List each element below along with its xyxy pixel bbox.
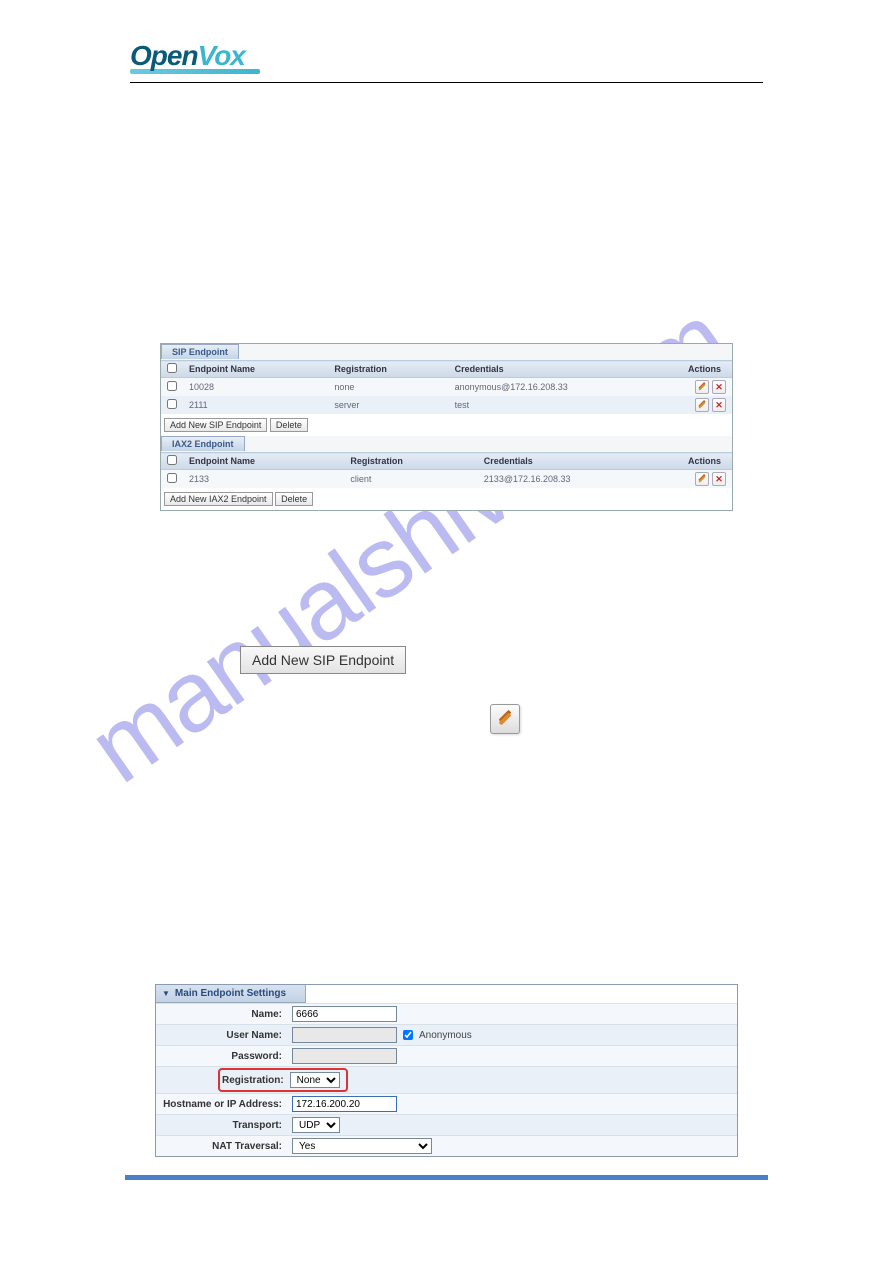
sip-header-row: Endpoint Name Registration Credentials A… [161, 361, 732, 378]
delete-sip-button[interactable]: Delete [270, 418, 308, 432]
label-password: Password: [156, 1048, 288, 1065]
iax-check-all[interactable] [161, 453, 183, 470]
username-field[interactable] [292, 1027, 397, 1043]
row-nat: NAT Traversal: Yes [156, 1135, 737, 1156]
sip-col-cred: Credentials [449, 361, 682, 378]
password-field[interactable] [292, 1048, 397, 1064]
cell-reg: server [328, 396, 448, 414]
iax-col-cred: Credentials [478, 453, 682, 470]
iax-table: Endpoint Name Registration Credentials A… [161, 452, 732, 488]
add-new-sip-endpoint-button[interactable]: Add New SIP Endpoint [240, 646, 406, 674]
settings-title-text: Main Endpoint Settings [175, 988, 286, 999]
edit-icon[interactable] [695, 472, 709, 486]
table-row: 10028 none anonymous@172.16.208.33 [161, 378, 732, 397]
settings-title-bar[interactable]: ▼ Main Endpoint Settings [156, 985, 306, 1003]
row-transport: Transport: UDP [156, 1114, 737, 1135]
sip-tab-header: SIP Endpoint [161, 344, 732, 360]
page-header: OpenVox [130, 40, 763, 83]
anonymous-label: Anonymous [419, 1030, 472, 1041]
add-iax-button[interactable]: Add New IAX2 Endpoint [164, 492, 273, 506]
delete-icon[interactable] [712, 472, 726, 486]
table-row: 2133 client 2133@172.16.208.33 [161, 470, 732, 489]
sip-button-row: Add New SIP Endpoint Delete [161, 414, 732, 436]
pencil-edit-icon[interactable] [490, 704, 520, 734]
row-username: User Name: Anonymous [156, 1024, 737, 1045]
sip-tab[interactable]: SIP Endpoint [161, 344, 239, 359]
cell-cred: test [449, 396, 682, 414]
cell-cred: 2133@172.16.208.33 [478, 470, 682, 489]
sip-table: Endpoint Name Registration Credentials A… [161, 360, 732, 414]
anonymous-checkbox[interactable] [403, 1030, 413, 1040]
registration-select[interactable]: None [290, 1072, 340, 1088]
row-checkbox[interactable] [167, 399, 177, 409]
label-registration: Registration: [222, 1075, 284, 1086]
delete-icon[interactable] [712, 380, 726, 394]
collapse-triangle-icon: ▼ [162, 989, 170, 998]
row-hostname: Hostname or IP Address: [156, 1093, 737, 1114]
cell-name: 2133 [183, 470, 344, 489]
cell-name: 10028 [183, 378, 328, 397]
cell-reg: none [328, 378, 448, 397]
row-name: Name: [156, 1003, 737, 1024]
transport-select[interactable]: UDP [292, 1117, 340, 1133]
sip-col-actions: Actions [682, 361, 732, 378]
cell-cred: anonymous@172.16.208.33 [449, 378, 682, 397]
iax-tab[interactable]: IAX2 Endpoint [161, 436, 245, 451]
edit-icon[interactable] [695, 398, 709, 412]
row-password: Password: [156, 1045, 737, 1066]
sip-check-all[interactable] [161, 361, 183, 378]
nat-select[interactable]: Yes [292, 1138, 432, 1154]
label-transport: Transport: [156, 1117, 288, 1134]
add-sip-button[interactable]: Add New SIP Endpoint [164, 418, 267, 432]
label-username: User Name: [156, 1027, 288, 1044]
row-checkbox[interactable] [167, 473, 177, 483]
label-hostname: Hostname or IP Address: [156, 1096, 288, 1113]
main-endpoint-settings-panel: ▼ Main Endpoint Settings Name: User Name… [155, 984, 738, 1157]
iax-tab-header: IAX2 Endpoint [161, 436, 732, 452]
label-name: Name: [156, 1006, 288, 1023]
iax-col-reg: Registration [344, 453, 477, 470]
name-field[interactable] [292, 1006, 397, 1022]
table-row: 2111 server test [161, 396, 732, 414]
row-checkbox[interactable] [167, 381, 177, 391]
sip-col-reg: Registration [328, 361, 448, 378]
delete-iax-button[interactable]: Delete [275, 492, 313, 506]
row-registration: Registration: None [156, 1066, 737, 1093]
endpoint-tables-figure: SIP Endpoint Endpoint Name Registration … [160, 343, 733, 511]
logo: OpenVox [130, 40, 763, 72]
iax-button-row: Add New IAX2 Endpoint Delete [161, 488, 732, 510]
sip-col-name: Endpoint Name [183, 361, 328, 378]
delete-icon[interactable] [712, 398, 726, 412]
cell-reg: client [344, 470, 477, 489]
edit-icon[interactable] [695, 380, 709, 394]
iax-col-name: Endpoint Name [183, 453, 344, 470]
iax-col-actions: Actions [682, 453, 732, 470]
hostname-field[interactable] [292, 1096, 397, 1112]
registration-highlight: Registration: None [218, 1068, 348, 1092]
footer-divider [125, 1175, 768, 1180]
cell-name: 2111 [183, 396, 328, 414]
label-nat: NAT Traversal: [156, 1138, 288, 1155]
iax-header-row: Endpoint Name Registration Credentials A… [161, 453, 732, 470]
